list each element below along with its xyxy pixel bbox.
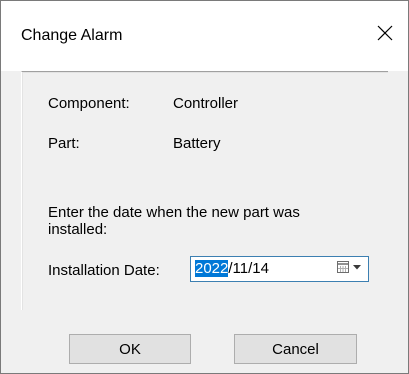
component-value: Controller	[173, 95, 239, 112]
installation-date-label: Installation Date:	[48, 262, 160, 279]
prompt-line-1: Enter the date when the new part was	[48, 204, 300, 221]
installation-date-picker[interactable]: 2022/11/14	[190, 256, 369, 282]
calendar-dropdown-button[interactable]	[328, 260, 364, 278]
date-year-selected[interactable]: 2022	[195, 260, 229, 277]
change-alarm-dialog: Change Alarm Component: Controller Part:…	[0, 0, 409, 374]
part-value: Battery	[173, 135, 221, 152]
dialog-title: Change Alarm	[21, 27, 123, 44]
cancel-button[interactable]: Cancel	[234, 334, 357, 364]
part-label: Part:	[48, 135, 80, 152]
date-month-day[interactable]: /11/14	[228, 260, 269, 277]
ok-button[interactable]: OK	[69, 334, 191, 364]
date-value[interactable]: 2022/11/14	[195, 260, 269, 277]
close-icon	[377, 25, 393, 46]
prompt-line-2: installed:	[48, 221, 108, 238]
close-button[interactable]	[362, 15, 408, 55]
component-label: Component:	[48, 95, 130, 112]
calendar-dropdown-icon	[336, 260, 364, 279]
title-bar[interactable]: Change Alarm	[1, 1, 408, 71]
